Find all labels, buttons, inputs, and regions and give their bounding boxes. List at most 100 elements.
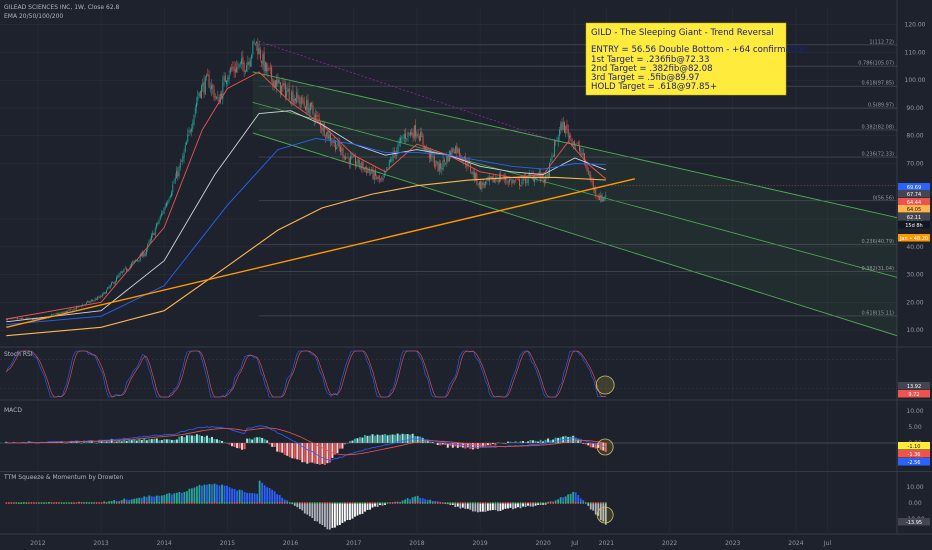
ttm-momentum-bar	[168, 493, 171, 503]
ttm-squeeze-dot	[258, 502, 261, 504]
candle-body	[360, 166, 361, 168]
ttm-momentum-bar	[158, 495, 161, 503]
ttm-squeeze-dot	[135, 502, 138, 504]
stock-chart[interactable]: 1(112.72) 0.786(105.07) 0.618(97.85) 0.5(89…	[0, 0, 932, 550]
candle-body	[510, 179, 512, 181]
ttm-squeeze-dot	[22, 502, 25, 504]
macd-histogram-bar	[328, 443, 331, 463]
ttm-squeeze-dot	[376, 502, 379, 504]
price-tick-label: 70.00	[906, 161, 923, 168]
candle-body	[95, 298, 97, 300]
ttm-squeeze-dot	[213, 502, 216, 504]
macd-histogram-bar	[303, 443, 306, 463]
macd-histogram-bar	[198, 434, 201, 443]
price-tick-label: 20.00	[906, 299, 923, 306]
ttm-squeeze-dot	[278, 502, 281, 504]
macd-histogram-bar	[486, 443, 489, 446]
candle-body	[164, 206, 166, 208]
candle-body	[302, 98, 304, 103]
candle-body	[490, 176, 492, 178]
macd-histogram-bar	[163, 439, 166, 443]
ttm-momentum-bar	[481, 503, 484, 512]
candle-body	[413, 125, 415, 139]
ttm-squeeze-dot	[73, 502, 75, 504]
macd-value-text: -2.56	[908, 460, 921, 466]
candle-body	[107, 287, 109, 290]
ttm-momentum-bar	[414, 496, 417, 503]
candle-body	[89, 301, 91, 303]
candle-body	[421, 131, 423, 138]
ttm-momentum-bar	[186, 491, 188, 503]
candle-body	[576, 143, 578, 145]
ttm-squeeze-dot	[341, 502, 344, 504]
candle-body	[437, 161, 439, 172]
candle-body	[402, 137, 404, 139]
ttm-squeeze-dot	[542, 502, 544, 504]
ttm-squeeze-dot	[446, 502, 449, 504]
candle-body	[587, 170, 589, 175]
candle-body	[138, 260, 140, 261]
candle-body	[212, 84, 214, 89]
candle-body	[319, 121, 321, 128]
macd-histogram-bar	[532, 440, 535, 443]
macd-histogram-bar	[534, 440, 537, 443]
candle-body	[516, 178, 518, 180]
candle-body	[70, 308, 72, 310]
candle-body	[123, 268, 125, 272]
ttm-squeeze-dot	[123, 502, 126, 504]
ttm-squeeze-dot	[359, 502, 361, 504]
ttm-momentum-bar	[246, 492, 249, 503]
macd-histogram-bar	[266, 440, 269, 443]
ttm-highlight-circle	[596, 506, 614, 524]
candle-body	[268, 67, 270, 69]
candle-body	[143, 252, 145, 257]
ttm-momentum-bar	[489, 503, 492, 511]
macd-histogram-bar	[351, 440, 354, 443]
macd-histogram-bar	[306, 443, 309, 464]
candle-body	[249, 60, 251, 67]
candle-body	[325, 136, 326, 138]
ttm-squeeze-dot	[517, 502, 519, 504]
ttm-momentum-bar	[271, 489, 274, 503]
price-tick-label: 100.00	[905, 77, 926, 84]
ttm-squeeze-dot	[396, 502, 399, 504]
candle-body	[521, 181, 523, 185]
candle-body	[298, 97, 300, 104]
ttm-squeeze-dot	[592, 502, 595, 504]
ttm-momentum-bar	[484, 503, 487, 512]
ttm-squeeze-dot	[155, 502, 158, 504]
ttm-squeeze-dot	[331, 502, 334, 504]
macd-histogram-bar	[273, 443, 276, 448]
annotation-note[interactable]: GILD - The Sleeping Giant - Trend Revers…	[585, 22, 807, 96]
ttm-squeeze-dot	[85, 502, 88, 504]
candle-body	[209, 87, 211, 89]
candle-body	[60, 312, 62, 313]
macd-histogram-bar	[394, 434, 397, 443]
macd-histogram-bar	[256, 437, 259, 443]
candle-body	[596, 195, 598, 197]
candle-body	[173, 182, 175, 184]
candle-body	[226, 80, 228, 85]
ttm-squeeze-dot	[113, 502, 116, 504]
ttm-squeeze-dot	[409, 502, 412, 504]
ttm-squeeze-dot	[221, 502, 223, 504]
candle-body	[370, 172, 371, 174]
ttm-squeeze-dot	[474, 502, 477, 504]
fib-level-label: 0.382(82.08)	[861, 124, 894, 130]
ttm-squeeze-dot	[489, 502, 492, 504]
candle-body	[356, 164, 358, 166]
macd-histogram-bar	[308, 443, 311, 463]
ttm-momentum-bar	[316, 503, 319, 522]
candle-body	[152, 232, 154, 236]
ttm-squeeze-dot	[451, 502, 454, 504]
macd-histogram-bar	[216, 439, 219, 443]
candle-body	[415, 125, 417, 137]
ttm-squeeze-dot	[371, 502, 374, 504]
candle-body	[169, 195, 171, 199]
candle-body	[497, 180, 499, 182]
candle-body	[417, 133, 419, 137]
candle-body	[376, 176, 378, 179]
candle-body	[19, 318, 21, 320]
macd-histogram-bar	[233, 443, 236, 447]
ttm-squeeze-dot	[7, 502, 10, 504]
